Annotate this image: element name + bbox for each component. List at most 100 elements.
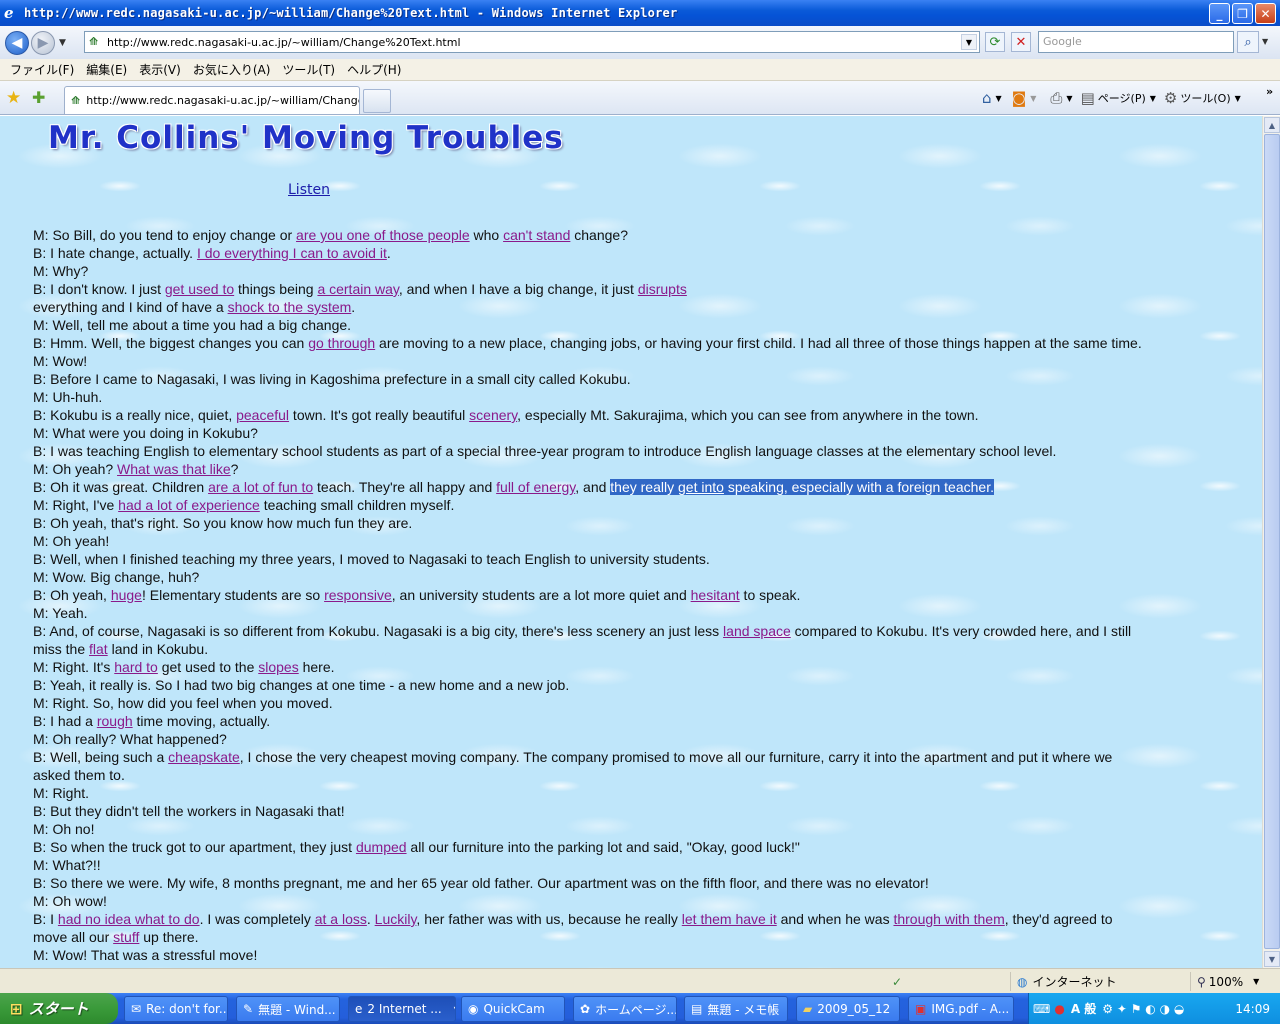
zoom-dropdown-icon[interactable]: ▼ bbox=[1253, 977, 1259, 986]
vocabulary-link[interactable]: land space bbox=[723, 623, 791, 639]
taskbar-item[interactable]: ✿ ホームページ... bbox=[573, 996, 677, 1022]
dialogue-text: B: Well, when I finished teaching my thr… bbox=[33, 551, 710, 567]
transcript-line: B: I was teaching English to elementary … bbox=[33, 442, 1233, 460]
tray-icons[interactable]: ⚙ ✦ ⚑ ◐ ◑ ◒ bbox=[1102, 1002, 1184, 1016]
forward-button[interactable]: ▶ bbox=[31, 30, 55, 55]
ime-indicator[interactable]: A 般 bbox=[1071, 1000, 1096, 1017]
close-button[interactable]: ✕ bbox=[1255, 3, 1276, 24]
home-icon[interactable]: ⌂ bbox=[982, 89, 992, 107]
dialogue-text: are moving to a new place, changing jobs… bbox=[375, 335, 1142, 351]
menu-help[interactable]: ヘルプ(H) bbox=[341, 61, 407, 78]
taskbar-item-label: 2009_05_12 bbox=[817, 1002, 891, 1016]
taskbar-item[interactable]: ✎ 無題 - Wind... bbox=[236, 996, 340, 1022]
vocabulary-link[interactable]: full of energy bbox=[496, 479, 575, 495]
dialogue-text: B: And, of course, Nagasaki is so differ… bbox=[33, 623, 724, 639]
add-favorite-icon[interactable]: ✚ bbox=[32, 88, 45, 107]
vocabulary-link[interactable]: get used to bbox=[165, 281, 234, 297]
vocabulary-link[interactable]: peaceful bbox=[236, 407, 289, 423]
menu-file[interactable]: ファイル(F) bbox=[4, 61, 80, 78]
page-menu-label[interactable]: ページ(P) bbox=[1098, 90, 1146, 106]
tab-current[interactable]: ⟰ http://www.redc.nagasaki-u.ac.jp/~will… bbox=[64, 86, 360, 114]
vocabulary-link[interactable]: I do everything I can to avoid it bbox=[197, 245, 387, 261]
vertical-scrollbar[interactable]: ▲ ▼ bbox=[1262, 116, 1280, 968]
vocabulary-link[interactable]: a certain way bbox=[317, 281, 398, 297]
zoom-control[interactable]: ⚲ 100% ▼ bbox=[1190, 972, 1280, 991]
refresh-button[interactable]: ⟳ bbox=[985, 32, 1005, 52]
vocabulary-link[interactable]: hesitant bbox=[691, 587, 740, 603]
taskbar-item-label: Re: don't for... bbox=[146, 1002, 228, 1016]
search-input[interactable]: Google bbox=[1038, 31, 1234, 53]
start-label: スタート bbox=[28, 1000, 89, 1018]
taskbar-item[interactable]: ▤ 無題 - メモ帳 bbox=[684, 996, 788, 1022]
new-tab-button[interactable] bbox=[363, 89, 391, 113]
vocabulary-link[interactable]: are you one of those people bbox=[296, 227, 470, 243]
page-menu-icon[interactable]: ▤ bbox=[1081, 89, 1095, 107]
history-dropdown-icon[interactable]: ▼ bbox=[59, 38, 66, 48]
scroll-thumb[interactable] bbox=[1264, 134, 1280, 949]
favorites-star-icon[interactable]: ★ bbox=[6, 88, 21, 108]
menu-favorites[interactable]: お気に入り(A) bbox=[187, 61, 277, 78]
chevron-more-icon[interactable]: » bbox=[1266, 85, 1273, 98]
vocabulary-link[interactable]: stuff bbox=[113, 929, 139, 945]
vocabulary-link[interactable]: shock to the system bbox=[228, 299, 352, 315]
listen-link[interactable]: Listen bbox=[288, 182, 330, 198]
transcript-line: B: But they didn't tell the workers in N… bbox=[33, 802, 1233, 820]
vocabulary-link[interactable]: cheapskate bbox=[168, 749, 240, 765]
address-input[interactable]: http://www.redc.nagasaki-u.ac.jp/~willia… bbox=[107, 36, 461, 49]
menu-tools[interactable]: ツール(T) bbox=[276, 61, 341, 78]
stop-button[interactable]: ✕ bbox=[1011, 32, 1031, 52]
transcript-line: M: Yeah. bbox=[33, 604, 1233, 622]
vocabulary-link[interactable]: had no idea what to do bbox=[58, 911, 200, 927]
taskbar-item[interactable]: e2 Internet ...▼ bbox=[348, 996, 456, 1022]
menu-edit[interactable]: 編集(E) bbox=[80, 61, 133, 78]
address-bar[interactable]: ⟰ http://www.redc.nagasaki-u.ac.jp/~will… bbox=[84, 31, 980, 53]
vocabulary-link[interactable]: dumped bbox=[356, 839, 407, 855]
print-icon[interactable]: ⎙ bbox=[1050, 89, 1062, 107]
back-button[interactable]: ◀ bbox=[5, 30, 29, 55]
vocabulary-link[interactable]: disrupts bbox=[638, 281, 687, 297]
vocabulary-link[interactable]: let them have it bbox=[682, 911, 777, 927]
dialogue-text: M: Uh-huh. bbox=[33, 389, 103, 405]
antivirus-icon[interactable]: ● bbox=[1054, 1002, 1064, 1016]
taskbar-item[interactable]: ▰ 2009_05_12 bbox=[796, 996, 900, 1022]
vocabulary-link[interactable]: scenery bbox=[469, 407, 517, 423]
vocabulary-link[interactable]: flat bbox=[89, 641, 108, 657]
vocabulary-link[interactable]: What was that like bbox=[117, 461, 231, 477]
vocabulary-link[interactable]: slopes bbox=[258, 659, 298, 675]
dialogue-text: B: I bbox=[33, 911, 58, 927]
tools-gear-icon[interactable]: ⚙ bbox=[1164, 89, 1177, 107]
status-bar: ✓ ◍ インターネット ⚲ 100% ▼ bbox=[0, 968, 1280, 993]
vocabulary-link[interactable]: are a lot of fun to bbox=[208, 479, 313, 495]
vocabulary-link[interactable]: go through bbox=[308, 335, 375, 351]
keyboard-icon[interactable]: ⌨ bbox=[1033, 1002, 1050, 1016]
dialogue-text: . bbox=[386, 245, 391, 261]
vocabulary-link[interactable]: rough bbox=[97, 713, 133, 729]
vocabulary-link[interactable]: responsive bbox=[324, 587, 392, 603]
taskbar-item[interactable]: ▣ IMG.pdf - A... bbox=[908, 996, 1014, 1022]
vocabulary-link[interactable]: get into bbox=[678, 479, 724, 495]
start-button[interactable]: ⊞ スタート bbox=[0, 993, 118, 1024]
vocabulary-link[interactable]: can't stand bbox=[503, 227, 570, 243]
taskbar-item[interactable]: ✉ Re: don't for... bbox=[124, 996, 228, 1022]
restore-button[interactable]: ❐ bbox=[1232, 3, 1253, 24]
vocabulary-link[interactable]: huge bbox=[111, 587, 142, 603]
taskbar-item[interactable]: ◉ QuickCam bbox=[461, 996, 565, 1022]
vocabulary-link[interactable]: at a loss bbox=[315, 911, 367, 927]
minimize-button[interactable]: _ bbox=[1209, 3, 1230, 24]
selected-text: speaking, especially with a foreign teac… bbox=[723, 479, 994, 495]
menu-view[interactable]: 表示(V) bbox=[133, 61, 187, 78]
vocabulary-link[interactable]: hard to bbox=[114, 659, 158, 675]
taskbar-item-label: 2 Internet ... bbox=[367, 1002, 442, 1016]
search-dropdown-icon[interactable]: ▼ bbox=[1262, 37, 1268, 46]
tools-menu-label[interactable]: ツール(O) bbox=[1180, 90, 1230, 106]
vocabulary-link[interactable]: through with them bbox=[893, 911, 1004, 927]
feeds-icon[interactable]: ◙ bbox=[1012, 89, 1027, 107]
search-icon[interactable]: ⌕ bbox=[1237, 31, 1259, 53]
zoom-level[interactable]: 100% bbox=[1209, 975, 1243, 989]
scroll-up-icon[interactable]: ▲ bbox=[1264, 117, 1280, 133]
vocabulary-link[interactable]: had a lot of experience bbox=[118, 497, 260, 513]
address-dropdown-icon[interactable]: ▼ bbox=[961, 34, 977, 50]
transcript-line: M: Wow! bbox=[33, 352, 1233, 370]
vocabulary-link[interactable]: Luckily bbox=[375, 911, 417, 927]
scroll-down-icon[interactable]: ▼ bbox=[1264, 951, 1280, 967]
